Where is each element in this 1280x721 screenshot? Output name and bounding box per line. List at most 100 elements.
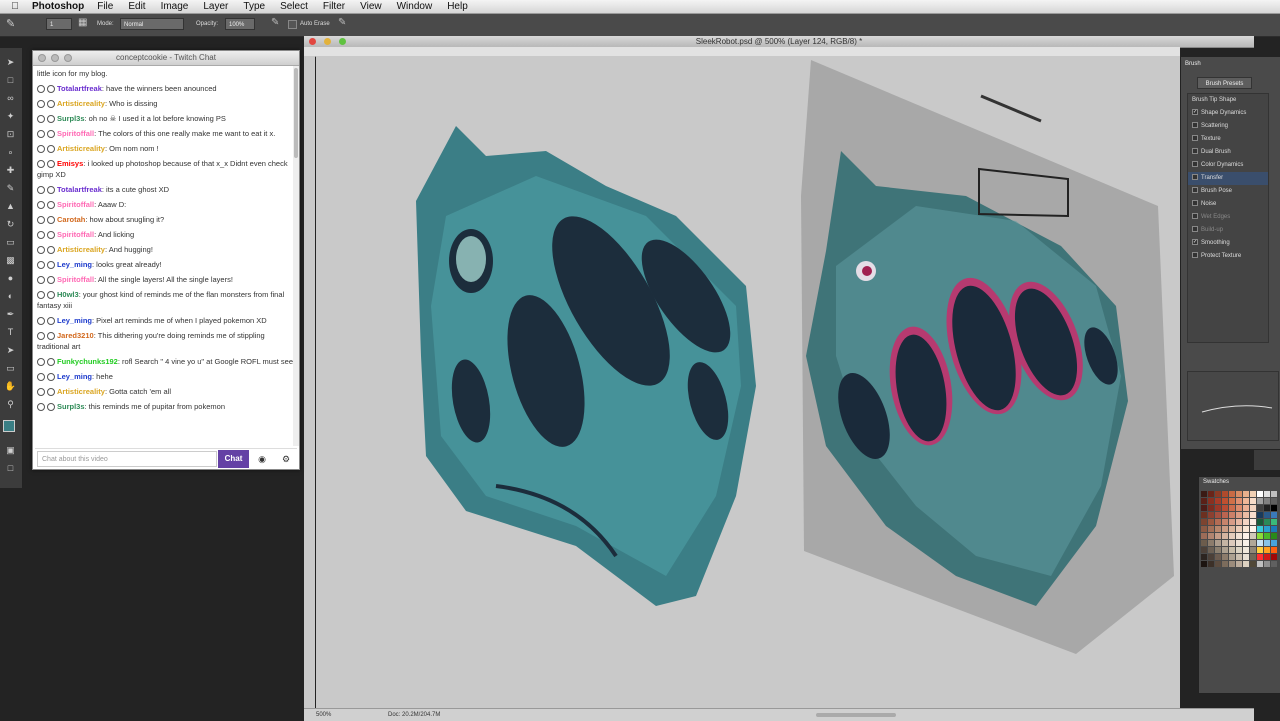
- screen-mode-icon[interactable]: □: [4, 462, 17, 474]
- color-swatch[interactable]: [1208, 554, 1214, 560]
- brush-option-checkbox[interactable]: [1192, 226, 1198, 233]
- color-swatch[interactable]: [1201, 512, 1207, 518]
- color-swatch[interactable]: [1236, 526, 1242, 532]
- timeout-icon[interactable]: [37, 317, 45, 326]
- color-swatch[interactable]: [1215, 540, 1221, 546]
- brush-option-noise[interactable]: Noise: [1188, 198, 1268, 211]
- app-name-menu[interactable]: Photoshop: [32, 1, 84, 12]
- chat-username[interactable]: Artisticreality: [57, 99, 105, 108]
- quick-select-tool-icon[interactable]: ✦: [4, 110, 17, 122]
- chat-maximize-icon[interactable]: [64, 54, 72, 62]
- menu-help[interactable]: Help: [447, 1, 468, 12]
- move-tool-icon[interactable]: ➤: [4, 56, 17, 68]
- ban-icon[interactable]: [47, 317, 55, 326]
- chat-scrollbar[interactable]: [293, 66, 299, 446]
- lasso-tool-icon[interactable]: ∞: [4, 92, 17, 104]
- color-swatch[interactable]: [1236, 547, 1242, 553]
- brush-option-checkbox[interactable]: [1192, 174, 1198, 181]
- color-swatch[interactable]: [1201, 547, 1207, 553]
- ban-icon[interactable]: [47, 231, 55, 240]
- menu-filter[interactable]: Filter: [323, 1, 345, 12]
- color-swatch[interactable]: [1257, 505, 1263, 511]
- color-swatch[interactable]: [1243, 512, 1249, 518]
- color-swatch[interactable]: [1229, 519, 1235, 525]
- brush-option-checkbox[interactable]: [1192, 200, 1198, 207]
- shape-tool-icon[interactable]: ▭: [4, 362, 17, 374]
- color-swatch[interactable]: [1215, 512, 1221, 518]
- chat-send-button[interactable]: Chat: [218, 450, 249, 468]
- chat-scroll-thumb[interactable]: [294, 68, 298, 158]
- color-swatch[interactable]: [1250, 498, 1256, 504]
- chat-close-icon[interactable]: [38, 54, 46, 62]
- color-swatch[interactable]: [1271, 561, 1277, 567]
- brush-option-color-dynamics[interactable]: Color Dynamics: [1188, 159, 1268, 172]
- ban-icon[interactable]: [47, 216, 55, 225]
- brush-option-texture[interactable]: Texture: [1188, 133, 1268, 146]
- timeout-icon[interactable]: [37, 115, 45, 124]
- brush-option-checkbox[interactable]: [1192, 148, 1198, 155]
- color-swatch[interactable]: [1236, 491, 1242, 497]
- color-swatch[interactable]: [1271, 554, 1277, 560]
- brush-option-checkbox[interactable]: ✓: [1192, 109, 1198, 116]
- color-swatch[interactable]: [1257, 540, 1263, 546]
- timeout-icon[interactable]: [37, 231, 45, 240]
- color-swatch[interactable]: [1264, 540, 1270, 546]
- maximize-window-icon[interactable]: [339, 38, 346, 45]
- color-swatch[interactable]: [1229, 554, 1235, 560]
- chat-username[interactable]: Totalartfreak: [57, 84, 102, 93]
- timeout-icon[interactable]: [37, 291, 45, 300]
- color-swatch[interactable]: [1222, 526, 1228, 532]
- color-swatch[interactable]: [1264, 512, 1270, 518]
- opacity-field[interactable]: 100%: [225, 18, 255, 30]
- color-swatch[interactable]: [1208, 547, 1214, 553]
- color-swatch[interactable]: [1208, 512, 1214, 518]
- color-swatch[interactable]: [1271, 498, 1277, 504]
- zoom-level[interactable]: 500%: [316, 712, 331, 718]
- color-swatch[interactable]: [1229, 505, 1235, 511]
- ban-icon[interactable]: [47, 388, 55, 397]
- chat-username[interactable]: Spiritoffall: [57, 200, 94, 209]
- brush-option-transfer[interactable]: Transfer: [1188, 172, 1268, 185]
- minimize-window-icon[interactable]: [324, 38, 331, 45]
- brush-option-checkbox[interactable]: ✓: [1192, 239, 1198, 246]
- color-swatch[interactable]: [1243, 505, 1249, 511]
- close-window-icon[interactable]: [309, 38, 316, 45]
- ban-icon[interactable]: [47, 261, 55, 270]
- color-swatch[interactable]: [1236, 533, 1242, 539]
- ban-icon[interactable]: [47, 186, 55, 195]
- color-swatch[interactable]: [1201, 519, 1207, 525]
- brush-option-brush-tip-shape[interactable]: Brush Tip Shape: [1188, 94, 1268, 107]
- color-swatch[interactable]: [1264, 533, 1270, 539]
- pressure-opacity-icon[interactable]: ✎: [271, 17, 279, 28]
- chat-input[interactable]: Chat about this video: [37, 451, 217, 467]
- color-swatch[interactable]: [1271, 526, 1277, 532]
- color-swatch[interactable]: [1222, 533, 1228, 539]
- color-swatch[interactable]: [1208, 505, 1214, 511]
- brush-option-protect-texture[interactable]: Protect Texture: [1188, 250, 1268, 263]
- ban-icon[interactable]: [47, 100, 55, 109]
- color-swatch[interactable]: [1215, 554, 1221, 560]
- zoom-tool-icon[interactable]: ⚲: [4, 398, 17, 410]
- color-swatch[interactable]: [1229, 512, 1235, 518]
- color-swatch[interactable]: [1250, 561, 1256, 567]
- path-selection-tool-icon[interactable]: ➤: [4, 344, 17, 356]
- swatches-panel-tab[interactable]: Swatches: [1203, 479, 1229, 485]
- color-swatch[interactable]: [1201, 505, 1207, 511]
- color-swatch[interactable]: [1215, 498, 1221, 504]
- color-swatch[interactable]: [1243, 519, 1249, 525]
- color-swatch[interactable]: [1222, 505, 1228, 511]
- ban-icon[interactable]: [47, 201, 55, 210]
- color-swatch[interactable]: [1229, 491, 1235, 497]
- color-swatch[interactable]: [1222, 547, 1228, 553]
- color-swatch[interactable]: [1208, 540, 1214, 546]
- color-swatch[interactable]: [1222, 519, 1228, 525]
- brush-panel-toggle-icon[interactable]: ▦: [78, 17, 87, 28]
- color-swatch[interactable]: [1215, 526, 1221, 532]
- marquee-tool-icon[interactable]: □: [4, 74, 17, 86]
- color-swatch[interactable]: [1271, 491, 1277, 497]
- brush-presets-button[interactable]: Brush Presets: [1197, 77, 1252, 89]
- brush-option-brush-pose[interactable]: Brush Pose: [1188, 185, 1268, 198]
- menu-window[interactable]: Window: [397, 1, 433, 12]
- chat-username[interactable]: Surpl3s: [57, 114, 85, 123]
- timeout-icon[interactable]: [37, 216, 45, 225]
